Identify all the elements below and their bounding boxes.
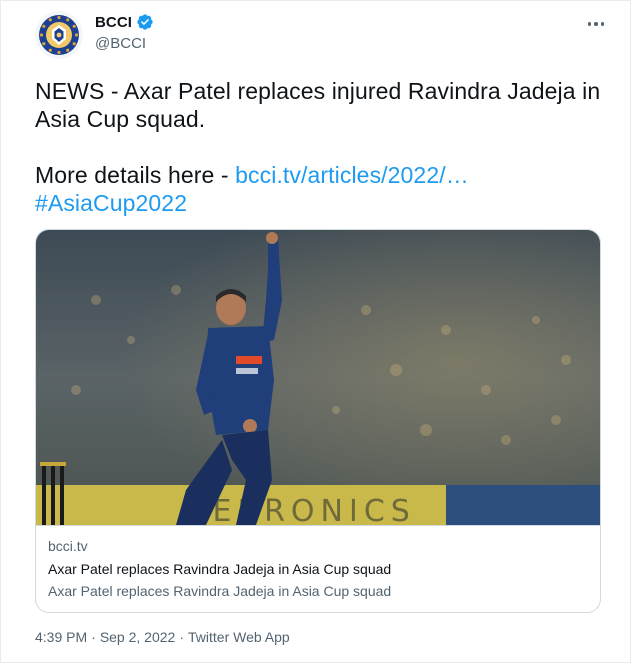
tweet-text: NEWS - Axar Patel replaces injured Ravin… [35, 77, 605, 217]
card-image[interactable]: ZEBRONICS [36, 230, 600, 525]
link-preview-card[interactable]: ZEBRONICS bcci.tv Axar Patel replaces Ra… [35, 229, 601, 613]
dot-icon [600, 22, 605, 26]
bcci-logo-icon [35, 11, 83, 59]
details-prefix: More details here - [35, 162, 236, 188]
tweet-metadata: 4:39 PM · Sep 2, 2022 · Twitter Web App [35, 629, 290, 645]
more-options-button[interactable] [583, 17, 609, 31]
separator: · [91, 629, 96, 645]
avatar[interactable] [35, 11, 83, 59]
card-text: bcci.tv Axar Patel replaces Ravindra Jad… [36, 525, 600, 612]
verified-badge-icon [137, 14, 153, 30]
tweet-text-line: NEWS - Axar Patel replaces injured Ravin… [35, 78, 601, 132]
cricket-photo: ZEBRONICS [36, 230, 600, 525]
svg-text:ZEBRONICS: ZEBRONICS [186, 494, 416, 525]
user-info: BCCI @BCCI [95, 13, 154, 52]
display-name[interactable]: BCCI [95, 14, 132, 31]
separator: · [179, 629, 184, 645]
tweet-details-line: More details here - bcci.tv/articles/202… [35, 161, 605, 189]
card-description: Axar Patel replaces Ravindra Jadeja in A… [48, 583, 392, 599]
card-domain: bcci.tv [48, 538, 88, 554]
tweet-date[interactable]: Sep 2, 2022 [100, 629, 176, 645]
name-row: BCCI [95, 13, 154, 31]
user-handle[interactable]: @BCCI [95, 35, 154, 52]
tweet-source[interactable]: Twitter Web App [188, 629, 290, 645]
tweet: BCCI @BCCI NEWS - Axar Patel replaces in… [0, 0, 631, 663]
tweet-time[interactable]: 4:39 PM [35, 629, 87, 645]
card-title: Axar Patel replaces Ravindra Jadeja in A… [48, 561, 392, 577]
dot-icon [587, 22, 592, 26]
dot-icon [594, 22, 598, 26]
article-link[interactable]: bcci.tv/articles/2022/… [235, 162, 469, 188]
hashtag-link[interactable]: #AsiaCup2022 [35, 190, 187, 216]
